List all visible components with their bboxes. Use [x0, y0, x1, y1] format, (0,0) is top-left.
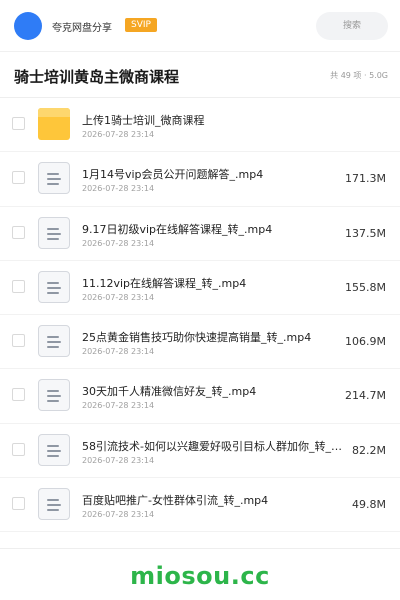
file-size: 171.3M — [345, 172, 386, 186]
checkbox[interactable] — [12, 225, 25, 239]
file-name: 58引流技术-如何以兴趣爱好吸引目标人群加你_转_… — [82, 439, 342, 453]
list-item[interactable]: 百度贴吧推广-女性群体引流_转_.mp4 2026-07-28 23:14 49… — [0, 478, 400, 533]
file-date: 2026-07-28 23:14 — [82, 401, 155, 411]
file-date: 2026-07-28 23:14 — [82, 130, 155, 139]
file-size: 214.7M — [345, 389, 386, 403]
file-date: 2026-07-28 23:14 — [82, 184, 155, 194]
folder-header: 骑士培训黄岛主微商课程 共 49 项 · 5.0G — [0, 52, 400, 98]
checkbox[interactable] — [12, 442, 25, 456]
file-date: 2026-07-28 23:14 — [82, 292, 155, 302]
owner-name: 夸克网盘分享 — [52, 23, 112, 34]
file-date: 2026-07-28 23:14 — [82, 510, 155, 520]
file-date: 2026-07-28 23:14 — [82, 347, 155, 357]
list-item[interactable]: 1月14号vip会员公开问题解答_.mp4 2026-07-28 23:14 1… — [0, 152, 400, 207]
document-icon — [38, 216, 70, 249]
file-size: 106.9M — [345, 335, 386, 349]
list-item[interactable]: 9.17日初级vip在线解答课程_转_.mp4 2026-07-28 23:14… — [0, 207, 400, 261]
document-icon — [38, 488, 70, 521]
list-item[interactable]: 25点黄金销售技巧助你快速提高销量_转_.mp4 2026-07-28 23:1… — [0, 315, 400, 370]
checkbox[interactable] — [12, 497, 25, 511]
file-name: 上传1骑士培训_微商课程 — [82, 114, 205, 127]
file-name: 1月14号vip会员公开问题解答_.mp4 — [82, 168, 264, 182]
file-name: 25点黄金销售技巧助你快速提高销量_转_.mp4 — [82, 331, 312, 345]
search-input[interactable]: 搜索 — [316, 12, 388, 40]
page-title: 骑士培训黄岛主微商课程 — [14, 68, 180, 86]
checkbox[interactable] — [12, 334, 25, 348]
list-item[interactable]: 58引流技术-如何以兴趣爱好吸引目标人群加你_转_… 2026-07-28 23… — [0, 424, 400, 479]
file-name: 百度贴吧推广-女性群体引流_转_.mp4 — [82, 494, 269, 508]
checkbox[interactable] — [12, 388, 25, 402]
file-size: 155.8M — [345, 280, 386, 294]
svip-badge: SVIP — [125, 18, 157, 32]
file-list: 上传1骑士培训_微商课程 2026-07-28 23:14 1月14号vip会员… — [0, 98, 400, 533]
checkbox[interactable] — [12, 117, 25, 130]
file-name: 11.12vip在线解答课程_转_.mp4 — [82, 276, 247, 290]
list-item[interactable]: 上传1骑士培训_微商课程 2026-07-28 23:14 — [0, 98, 400, 153]
list-item[interactable]: 11.12vip在线解答课程_转_.mp4 2026-07-28 23:14 1… — [0, 261, 400, 316]
document-icon — [38, 379, 70, 412]
file-name: 9.17日初级vip在线解答课程_转_.mp4 — [82, 222, 273, 236]
folder-meta: 共 49 项 · 5.0G — [330, 71, 388, 80]
file-size: 49.8M — [352, 498, 386, 512]
document-icon — [38, 433, 70, 466]
checkbox[interactable] — [12, 171, 25, 185]
file-name: 30天加千人精准微信好友_转_.mp4 — [82, 385, 257, 399]
folder-icon — [38, 108, 70, 140]
file-date: 2026-07-28 23:14 — [82, 455, 155, 465]
file-date: 2026-07-28 23:14 — [82, 238, 155, 248]
top-bar: 夸克网盘分享 SVIP 搜索 — [0, 0, 400, 52]
checkbox[interactable] — [12, 279, 25, 293]
avatar[interactable] — [14, 12, 42, 40]
document-icon — [38, 325, 70, 358]
document-icon — [38, 162, 70, 195]
list-item[interactable]: 30天加千人精准微信好友_转_.mp4 2026-07-28 23:14 214… — [0, 369, 400, 424]
watermark: miosou.cc — [130, 562, 270, 590]
document-icon — [38, 270, 70, 303]
file-size: 137.5M — [345, 226, 386, 240]
file-size: 82.2M — [352, 443, 386, 457]
